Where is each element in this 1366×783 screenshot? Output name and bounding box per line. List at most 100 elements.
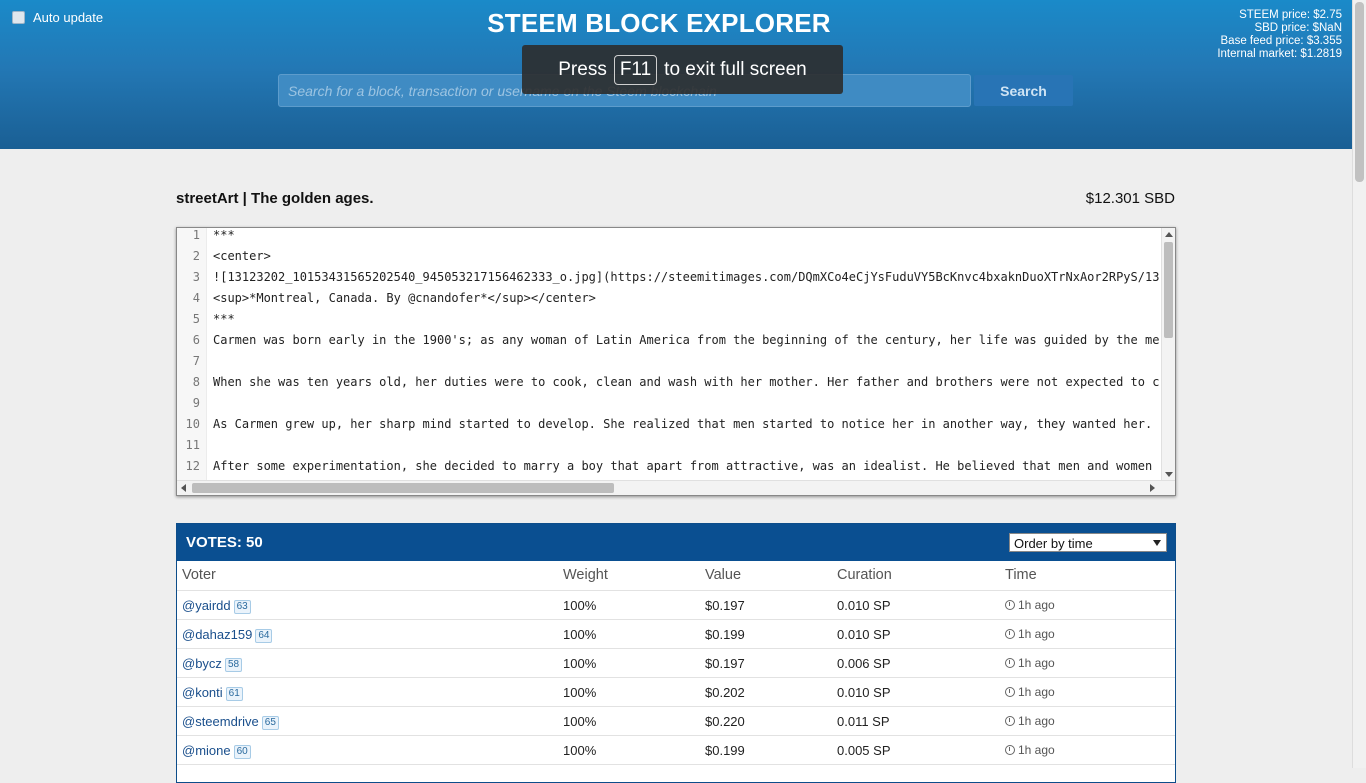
column-header-weight[interactable]: Weight xyxy=(563,567,608,583)
code-line: 6 Carmen was born early in the 1900's; as… xyxy=(177,333,1159,354)
clock-icon xyxy=(1005,716,1015,726)
column-header-value[interactable]: Value xyxy=(705,567,741,583)
line-text: After some experimentation, she decided … xyxy=(213,459,1153,473)
code-lines: 1 *** 2 <center> 3 ![13123202_1015343156520… xyxy=(177,228,1162,481)
votes-panel: VOTES: 50 Order by time Voter Weight Val… xyxy=(176,523,1176,783)
time-text: 1h ago xyxy=(1018,743,1055,757)
scroll-up-arrow-icon[interactable] xyxy=(1165,232,1173,237)
voter-link[interactable]: @steemdrive xyxy=(182,714,259,729)
editor-vertical-scrollbar[interactable] xyxy=(1161,228,1175,481)
time-cell: 1h ago xyxy=(1005,685,1055,699)
table-row: @steemdrive 65 100% $0.220 0.011 SP 1h ag… xyxy=(177,707,1175,736)
column-header-time[interactable]: Time xyxy=(1005,567,1037,583)
order-select[interactable]: Order by time xyxy=(1009,533,1167,552)
weight-cell: 100% xyxy=(563,743,597,758)
time-cell: 1h ago xyxy=(1005,656,1055,670)
reputation-badge: 58 xyxy=(224,658,243,672)
line-text: When she was ten years old, her duties w… xyxy=(213,375,1160,389)
column-header-curation[interactable]: Curation xyxy=(837,567,892,583)
time-cell: 1h ago xyxy=(1005,627,1055,641)
page-scrollbar[interactable] xyxy=(1352,0,1366,768)
table-row: @yairdd 63 100% $0.197 0.010 SP 1h ago xyxy=(177,591,1175,620)
reputation-badge: 60 xyxy=(233,745,251,759)
curation-cell: 0.010 SP xyxy=(837,627,891,642)
reputation-badge: 65 xyxy=(261,716,279,730)
line-number: 7 xyxy=(177,354,207,375)
curation-cell: 0.005 SP xyxy=(837,743,891,758)
post-source-editor[interactable]: 1 *** 2 <center> 3 ![13123202_1015343156520… xyxy=(176,227,1176,496)
line-text xyxy=(207,354,213,375)
voter-link[interactable]: @yairdd xyxy=(182,598,231,613)
time-text: 1h ago xyxy=(1018,598,1055,612)
weight-cell: 100% xyxy=(563,656,597,671)
line-text: *** xyxy=(213,312,235,326)
voter-link[interactable]: @bycz xyxy=(182,656,222,671)
clock-icon xyxy=(1005,629,1015,639)
scroll-right-arrow-icon[interactable] xyxy=(1150,484,1155,492)
time-text: 1h ago xyxy=(1018,627,1055,641)
clock-icon xyxy=(1005,600,1015,610)
line-text xyxy=(207,438,213,459)
line-number: 12 xyxy=(177,459,207,480)
value-cell: $0.202 xyxy=(705,685,745,700)
line-text: *** xyxy=(213,228,235,242)
reputation-badge: 61 xyxy=(225,687,243,701)
base-feed-price: Base feed price: $3.355 xyxy=(1220,35,1342,47)
search-button[interactable]: Search xyxy=(974,75,1073,106)
fullscreen-notice-prefix: Press xyxy=(558,58,607,80)
curation-cell: 0.010 SP xyxy=(837,685,891,700)
order-select-value: Order by time xyxy=(1014,536,1093,551)
voter-cell: @steemdrive 65 xyxy=(182,714,279,730)
weight-cell: 100% xyxy=(563,598,597,613)
weight-cell: 100% xyxy=(563,627,597,642)
scroll-down-arrow-icon[interactable] xyxy=(1165,472,1173,477)
scroll-left-arrow-icon[interactable] xyxy=(181,484,186,492)
code-line: 2 <center> xyxy=(177,249,271,270)
table-row: @konti 61 100% $0.202 0.010 SP 1h ago xyxy=(177,678,1175,707)
dropdown-arrow-icon xyxy=(1153,540,1161,546)
weight-cell: 100% xyxy=(563,714,597,729)
column-header-voter[interactable]: Voter xyxy=(182,567,216,583)
value-cell: $0.220 xyxy=(705,714,745,729)
voter-cell: @konti 61 xyxy=(182,685,243,701)
clock-icon xyxy=(1005,687,1015,697)
code-line: 11 xyxy=(177,438,213,459)
voter-link[interactable]: @konti xyxy=(182,685,223,700)
voter-cell: @dahaz159 64 xyxy=(182,627,273,643)
code-line: 9 xyxy=(177,396,213,417)
line-text: As Carmen grew up, her sharp mind starte… xyxy=(213,417,1153,431)
voter-link[interactable]: @dahaz159 xyxy=(182,627,252,642)
sbd-price: SBD price: $NaN xyxy=(1254,22,1342,34)
editor-horizontal-scrollbar-thumb[interactable] xyxy=(192,483,614,493)
fullscreen-notice: Press F11 to exit full screen xyxy=(522,45,843,94)
line-number: 1 xyxy=(177,228,207,249)
f11-key-badge: F11 xyxy=(613,54,658,85)
code-line: 3 ![13123202_10153431565202540_9450532171… xyxy=(177,270,1159,291)
time-text: 1h ago xyxy=(1018,656,1055,670)
editor-vertical-scrollbar-thumb[interactable] xyxy=(1164,242,1173,338)
curation-cell: 0.010 SP xyxy=(837,598,891,613)
line-text: <center> xyxy=(213,249,271,263)
line-number: 2 xyxy=(177,249,207,270)
time-text: 1h ago xyxy=(1018,714,1055,728)
time-cell: 1h ago xyxy=(1005,743,1055,757)
editor-horizontal-scrollbar[interactable] xyxy=(177,480,1175,495)
table-row: @dahaz159 64 100% $0.199 0.010 SP 1h ago xyxy=(177,620,1175,649)
line-number: 3 xyxy=(177,270,207,291)
voter-cell: @yairdd 63 xyxy=(182,598,251,614)
page-scrollbar-thumb[interactable] xyxy=(1355,2,1364,182)
line-text xyxy=(207,396,213,417)
line-number: 11 xyxy=(177,438,207,459)
voter-link[interactable]: @mione xyxy=(182,743,231,758)
code-line: 1 *** xyxy=(177,228,235,249)
clock-icon xyxy=(1005,658,1015,668)
time-cell: 1h ago xyxy=(1005,714,1055,728)
line-text: <sup>*Montreal, Canada. By @cnandofer*</… xyxy=(213,291,596,305)
post-payout-value: $12.301 SBD xyxy=(1085,190,1175,207)
code-line: 7 xyxy=(177,354,213,375)
table-header-row: Voter Weight Value Curation Time xyxy=(177,561,1175,591)
table-row: @bycz 58 100% $0.197 0.006 SP 1h ago xyxy=(177,649,1175,678)
line-text: ![13123202_10153431565202540_94505321715… xyxy=(213,270,1160,284)
site-title[interactable]: STEEM BLOCK EXPLORER xyxy=(0,8,1318,39)
fullscreen-notice-suffix: to exit full screen xyxy=(664,58,807,80)
